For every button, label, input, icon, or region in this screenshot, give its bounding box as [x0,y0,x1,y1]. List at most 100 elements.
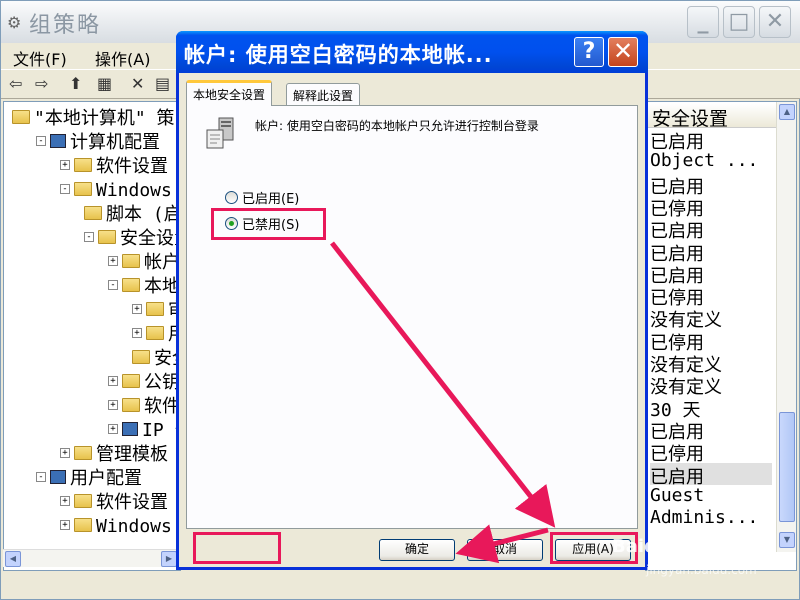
tree-item[interactable]: 安全 [132,344,180,369]
expand-icon[interactable]: + [132,328,142,338]
scroll-up-arrow-icon[interactable]: ▲ [779,104,795,120]
tree-item-label: Windows 设 [96,516,180,537]
expand-icon[interactable]: + [108,256,118,266]
policy-value-row[interactable]: 没有定义 [650,306,722,331]
expand-icon[interactable]: + [60,448,70,458]
expand-icon[interactable]: + [132,304,142,314]
tree-item[interactable]: - 计算机配置 [36,128,160,153]
scroll-thumb[interactable] [779,412,795,522]
computer-icon [122,422,138,436]
expand-icon[interactable]: + [108,424,118,434]
menu-action[interactable]: 操作(A) [95,46,150,70]
policy-value-row[interactable]: 已停用 [650,284,704,309]
main-close-button[interactable]: ✕ [759,6,791,38]
folder-icon [74,518,92,532]
expand-icon[interactable]: + [60,520,70,530]
tree-item[interactable]: + Windows 设 [60,512,180,537]
policy-value-row[interactable]: 已启用 [650,262,704,287]
policy-value-row[interactable]: 没有定义 [650,351,722,376]
policy-value-row[interactable]: 已停用 [650,440,704,465]
policy-value-row[interactable]: 已启用 [650,240,704,265]
scroll-left-arrow-icon[interactable]: ◀ [5,551,21,567]
expand-icon[interactable]: + [60,496,70,506]
policy-value-row[interactable]: 已启用 [650,462,772,488]
tree-item-label: 用户配置 [70,468,142,489]
tree-item[interactable]: + 软件设置 [60,488,168,513]
policy-value-row[interactable]: 已停用 [650,195,704,220]
tab-explain-setting[interactable]: 解释此设置 [286,83,361,105]
policy-value-row[interactable]: 没有定义 [650,373,722,398]
maximize-button[interactable]: □ [723,6,755,38]
cancel-button[interactable]: 取消 [467,539,543,561]
policy-value-row[interactable]: 已启用 [650,217,704,242]
expand-icon[interactable]: + [108,376,118,386]
policy-value-row[interactable]: Guest [650,485,704,507]
computer-icon [50,134,66,148]
radio-enabled[interactable]: 已启用(E) [225,188,299,208]
tree-item[interactable]: + 管理模板 [60,440,168,465]
tree-item[interactable]: +公钥策 [108,368,180,393]
policy-properties-dialog: 帐户: 使用空白密码的本地帐... ? ✕ 本地安全设置 解释此设置 帐户: 使… [176,31,648,570]
policy-value-row[interactable]: 已启用 [650,418,704,443]
tree-item[interactable]: +IP 安全 [108,416,180,441]
tree-item[interactable]: "本地计算机" 策 [12,104,175,129]
watermark-url: jingyan.baidu.com [646,563,757,577]
tree-item[interactable]: -本地策 [108,272,180,297]
policy-value-row[interactable]: 已停用 [650,329,704,354]
ok-button[interactable]: 确定 [379,539,455,561]
tree-item[interactable]: 脚本 (启 [84,200,181,225]
properties-icon[interactable]: ▤ [155,74,170,93]
collapse-icon[interactable]: - [60,184,70,194]
tree-item[interactable]: +帐户策 [108,248,180,273]
ok-button-highlight-box [193,532,281,564]
collapse-icon[interactable]: - [36,136,46,146]
policy-value-row[interactable]: Object ... [650,150,758,172]
user-icon [50,470,66,484]
folder-icon [122,278,140,292]
scroll-right-arrow-icon[interactable]: ▶ [161,551,177,567]
disabled-option-highlight-box [211,208,326,240]
tree-item-label: 脚本 (启 [106,204,181,225]
main-window-title: 组策略 [29,13,102,38]
tree-item[interactable]: - 用户配置 [36,464,142,489]
dialog-close-button[interactable]: ✕ [608,37,638,67]
back-arrow-icon[interactable]: ⇦ [9,74,22,93]
scroll-down-arrow-icon[interactable]: ▼ [779,532,795,548]
collapse-icon[interactable]: - [84,232,94,242]
security-setting-column-header[interactable]: 安全设置 [646,104,776,130]
vertical-scrollbar[interactable]: ▲ ▼ [776,102,796,552]
radio-enabled-indicator[interactable] [225,191,238,204]
forward-arrow-icon[interactable]: ⇨ [35,74,48,93]
radio-enabled-label[interactable]: 已启用(E) [242,192,299,207]
collapse-icon[interactable]: - [108,280,118,290]
expand-icon[interactable]: + [108,400,118,410]
show-tree-icon[interactable]: ▦ [97,74,112,93]
policy-description: 帐户: 使用空白密码的本地帐户只允许进行控制台登录 [255,119,539,133]
tree-item[interactable]: - 安全设置 [84,224,180,249]
help-button[interactable]: ? [574,37,604,67]
up-folder-icon[interactable]: ⬆ [69,74,82,93]
folder-icon [122,254,140,268]
policy-value-row[interactable]: Adminis... [650,507,758,529]
menu-file[interactable]: 文件(F) [13,46,67,70]
tab-local-security-setting[interactable]: 本地安全设置 [186,80,273,106]
policy-value-row[interactable]: 已启用 [650,128,704,153]
delete-icon[interactable]: ✕ [131,74,144,93]
policy-list[interactable]: 安全设置 已启用 Object ... 已启用 已停用 已启用 已启用 已启用 已停用 没有定义… [645,101,797,571]
minimize-button[interactable]: _ [687,6,719,38]
folder-icon [146,302,164,316]
policy-value-row[interactable]: 已启用 [650,173,704,198]
horizontal-scrollbar[interactable]: ◀ ▶ [3,549,179,567]
tree-item[interactable]: +软件限 [108,392,180,417]
console-tree[interactable]: "本地计算机" 策-计算机配置+软件设置-Windows 设脚本 (启-安全设置… [3,101,181,571]
tree-item-label: 软件设置 [96,492,168,513]
policy-value-row[interactable]: 30 天 [650,396,701,421]
tree-item[interactable]: +用户 [132,320,180,345]
tree-item[interactable]: +审核 [132,296,180,321]
tree-item[interactable]: - Windows 设 [60,176,180,201]
expand-icon[interactable]: + [60,160,70,170]
dialog-titlebar: 帐户: 使用空白密码的本地帐... ? ✕ [176,31,648,73]
server-policy-icon [206,117,234,149]
collapse-icon[interactable]: - [36,472,46,482]
tree-item[interactable]: + 软件设置 [60,152,168,177]
